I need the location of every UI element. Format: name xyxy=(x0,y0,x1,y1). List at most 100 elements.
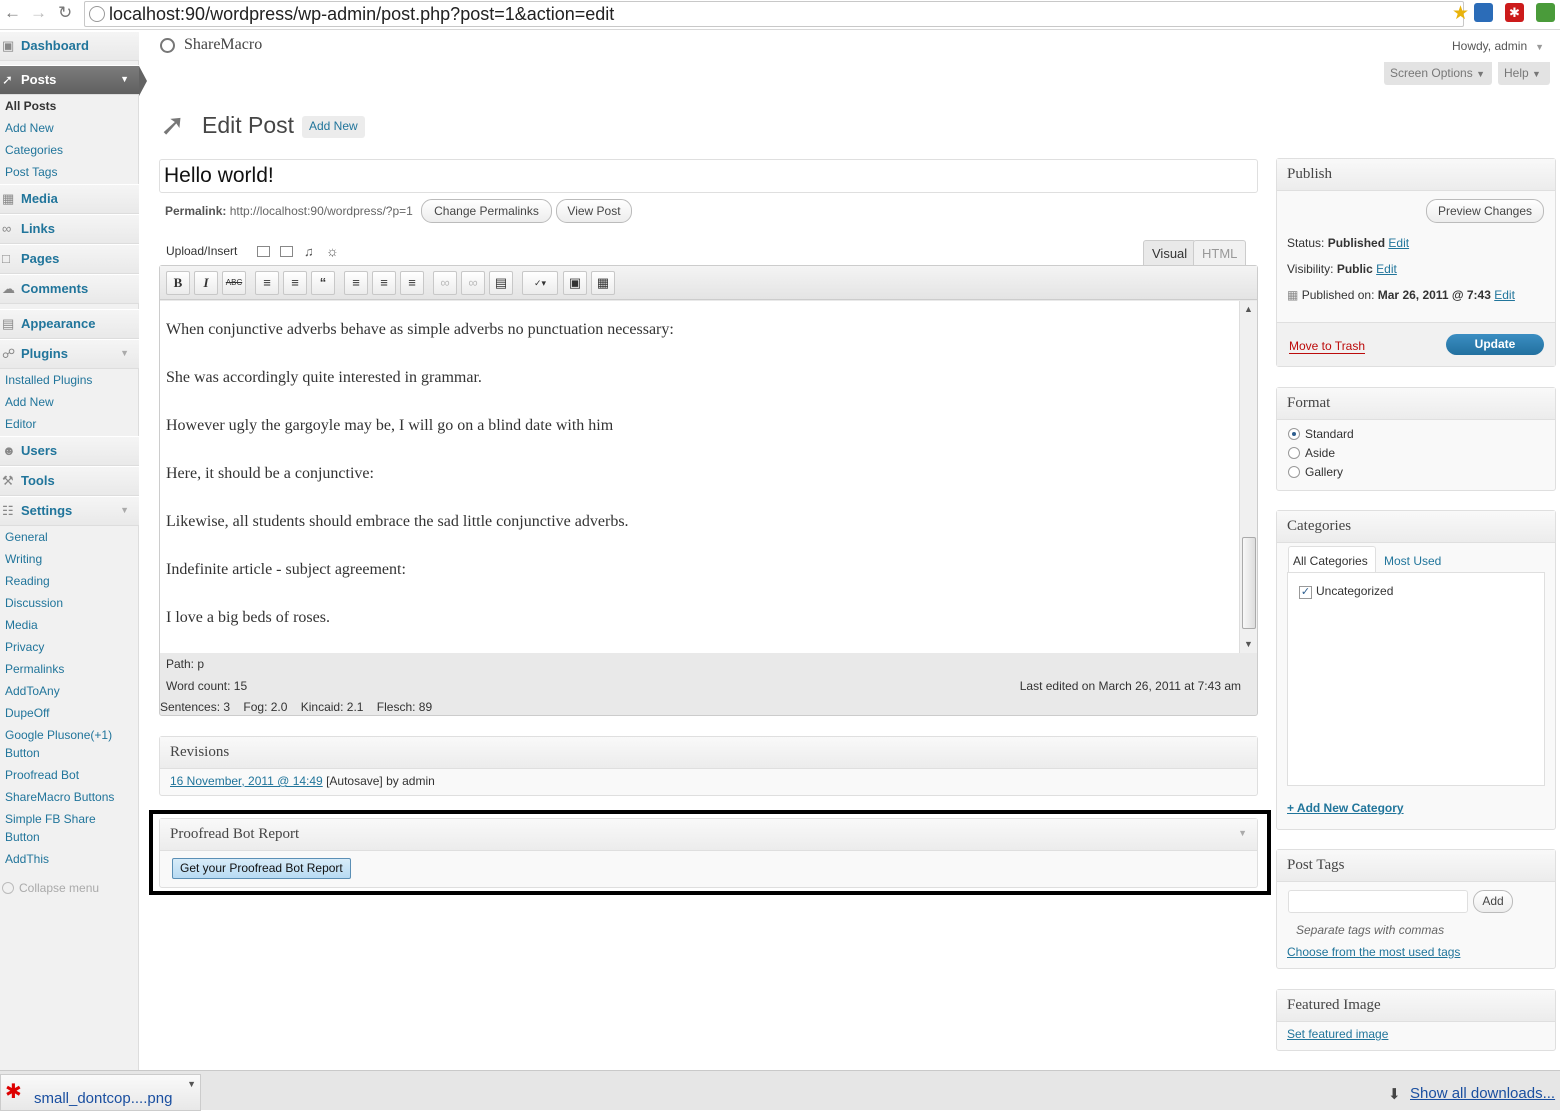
submenu-reading[interactable]: Reading xyxy=(5,574,50,588)
align-left-icon[interactable]: ≡ xyxy=(344,271,368,295)
add-video-icon[interactable] xyxy=(280,246,293,257)
unlink-icon[interactable]: ∞ xyxy=(461,271,485,295)
back-icon[interactable]: ← xyxy=(4,3,21,23)
submenu-simple-fb-share[interactable]: Simple FB Share xyxy=(5,812,96,826)
submenu-installed-plugins[interactable]: Installed Plugins xyxy=(5,373,92,387)
bold-icon[interactable]: B xyxy=(166,271,190,295)
submenu-add-new-plugin[interactable]: Add New xyxy=(5,395,54,409)
spellcheck-icon[interactable]: ✓▾ xyxy=(522,271,558,295)
format-gallery-radio[interactable] xyxy=(1288,466,1300,478)
extension-icon[interactable]: ✱ xyxy=(1505,3,1524,22)
strikethrough-icon[interactable]: ABC xyxy=(222,271,246,295)
menu-media[interactable]: ▦ Media xyxy=(0,184,139,214)
insert-more-icon[interactable]: ▤ xyxy=(489,271,513,295)
submenu-sharemacro-buttons[interactable]: ShareMacro Buttons xyxy=(5,790,114,804)
bookmark-star-icon[interactable]: ★ xyxy=(1452,2,1469,25)
change-permalinks-button[interactable]: Change Permalinks xyxy=(421,199,552,223)
submenu-writing[interactable]: Writing xyxy=(5,552,42,566)
add-tag-button[interactable]: Add xyxy=(1473,890,1513,913)
add-audio-icon[interactable]: ♫ xyxy=(304,244,314,259)
site-name[interactable]: ShareMacro xyxy=(184,36,262,54)
submenu-simple-fb-share-line2[interactable]: Button xyxy=(5,830,40,844)
revision-link[interactable]: 16 November, 2011 @ 14:49 xyxy=(170,774,323,788)
submenu-privacy[interactable]: Privacy xyxy=(5,640,44,654)
submenu-addtoany[interactable]: AddToAny xyxy=(5,684,60,698)
tab-html[interactable]: HTML xyxy=(1193,240,1247,266)
extension-icon[interactable] xyxy=(1474,3,1493,22)
update-button[interactable]: Update xyxy=(1446,334,1544,355)
chevron-down-icon[interactable]: ▼ xyxy=(120,74,129,84)
format-header[interactable]: Format xyxy=(1277,388,1555,420)
post-tags-header[interactable]: Post Tags xyxy=(1277,850,1555,882)
submenu-addthis[interactable]: AddThis xyxy=(5,852,49,866)
edit-date-link[interactable]: Edit xyxy=(1494,288,1515,302)
menu-users[interactable]: ☻ Users xyxy=(0,436,139,466)
collapse-menu[interactable]: Collapse menu xyxy=(2,881,99,895)
submenu-post-tags[interactable]: Post Tags xyxy=(5,165,57,179)
scroll-up-icon[interactable]: ▲ xyxy=(1244,304,1253,314)
submenu-dupeoff[interactable]: DupeOff xyxy=(5,706,49,720)
submenu-media-settings[interactable]: Media xyxy=(5,618,38,632)
align-center-icon[interactable]: ≡ xyxy=(372,271,396,295)
chevron-down-icon[interactable]: ▼ xyxy=(120,348,129,358)
italic-icon[interactable]: I xyxy=(194,271,218,295)
download-item[interactable]: ✱ small_dontcop....png ▼ xyxy=(0,1074,201,1111)
submenu-permalinks[interactable]: Permalinks xyxy=(5,662,64,676)
submenu-add-new-post[interactable]: Add New xyxy=(5,121,54,135)
view-post-button[interactable]: View Post xyxy=(556,199,632,223)
edit-status-link[interactable]: Edit xyxy=(1388,236,1409,250)
submenu-google-plusone[interactable]: Google Plusone(+1) xyxy=(5,728,112,742)
fullscreen-icon[interactable]: ▣ xyxy=(563,271,587,295)
show-all-downloads-link[interactable]: ⬇ Show all downloads... xyxy=(1388,1085,1555,1103)
category-checkbox[interactable]: ✓ xyxy=(1299,586,1312,599)
submenu-all-posts[interactable]: All Posts xyxy=(5,99,56,113)
chevron-down-icon[interactable]: ▼ xyxy=(120,505,129,515)
submenu-general[interactable]: General xyxy=(5,530,48,544)
menu-settings[interactable]: ☷ Settings ▼ xyxy=(0,496,139,526)
add-image-icon[interactable] xyxy=(257,246,270,257)
categories-header[interactable]: Categories xyxy=(1277,511,1555,543)
publish-header[interactable]: Publish xyxy=(1277,159,1555,191)
set-featured-image-link[interactable]: Set featured image xyxy=(1287,1027,1388,1041)
screen-options-tab[interactable]: Screen Options ▼ xyxy=(1384,62,1492,85)
scrollbar-thumb[interactable] xyxy=(1242,537,1256,629)
insert-link-icon[interactable]: ∞ xyxy=(433,271,457,295)
kitchen-sink-icon[interactable]: ▦ xyxy=(591,271,615,295)
add-media-icon[interactable]: ☼ xyxy=(326,243,339,259)
forward-icon[interactable]: → xyxy=(30,3,47,23)
choose-tags-link[interactable]: Choose from the most used tags xyxy=(1287,945,1460,959)
menu-pages[interactable]: □ Pages xyxy=(0,244,139,274)
editor-content[interactable]: When conjunctive adverbs behave as simpl… xyxy=(160,301,1257,653)
tab-visual[interactable]: Visual xyxy=(1143,240,1197,266)
user-greeting[interactable]: Howdy, admin ▼ xyxy=(1452,39,1544,53)
tab-most-used[interactable]: Most Used xyxy=(1384,554,1441,568)
post-title-input[interactable] xyxy=(164,163,1249,189)
proofread-report-button[interactable]: Get your Proofread Bot Report xyxy=(172,858,351,879)
numbered-list-icon[interactable]: ≡ xyxy=(283,271,307,295)
submenu-proofread-bot[interactable]: Proofread Bot xyxy=(5,768,79,782)
submenu-categories[interactable]: Categories xyxy=(5,143,63,157)
scroll-down-icon[interactable]: ▼ xyxy=(1244,639,1253,649)
menu-appearance[interactable]: ▤ Appearance xyxy=(0,309,139,339)
reload-icon[interactable]: ↻ xyxy=(58,3,72,23)
editor-scrollbar[interactable]: ▲ ▼ xyxy=(1239,301,1257,653)
add-new-category-link[interactable]: + Add New Category xyxy=(1287,801,1404,815)
edit-visibility-link[interactable]: Edit xyxy=(1376,262,1397,276)
format-aside-radio[interactable] xyxy=(1288,447,1300,459)
chevron-down-icon[interactable]: ▼ xyxy=(187,1079,196,1089)
bullet-list-icon[interactable]: ≡ xyxy=(255,271,279,295)
featured-image-header[interactable]: Featured Image xyxy=(1277,990,1555,1022)
help-tab[interactable]: Help ▼ xyxy=(1498,62,1550,85)
proofread-bot-header[interactable]: Proofread Bot Report ▼ xyxy=(160,819,1257,851)
preview-changes-button[interactable]: Preview Changes xyxy=(1426,199,1544,223)
address-bar[interactable]: localhost:90/wordpress/wp-admin/post.php… xyxy=(84,1,1469,27)
chevron-down-icon[interactable]: ▼ xyxy=(1238,828,1247,838)
move-to-trash-link[interactable]: Move to Trash xyxy=(1289,339,1366,354)
extension-icon[interactable] xyxy=(1536,3,1555,22)
submenu-discussion[interactable]: Discussion xyxy=(5,596,63,610)
align-right-icon[interactable]: ≡ xyxy=(400,271,424,295)
revisions-header[interactable]: Revisions xyxy=(160,737,1257,769)
menu-links[interactable]: ∞ Links xyxy=(0,214,139,244)
add-new-button[interactable]: Add New xyxy=(302,116,365,138)
tab-all-categories[interactable]: All Categories xyxy=(1288,546,1376,573)
